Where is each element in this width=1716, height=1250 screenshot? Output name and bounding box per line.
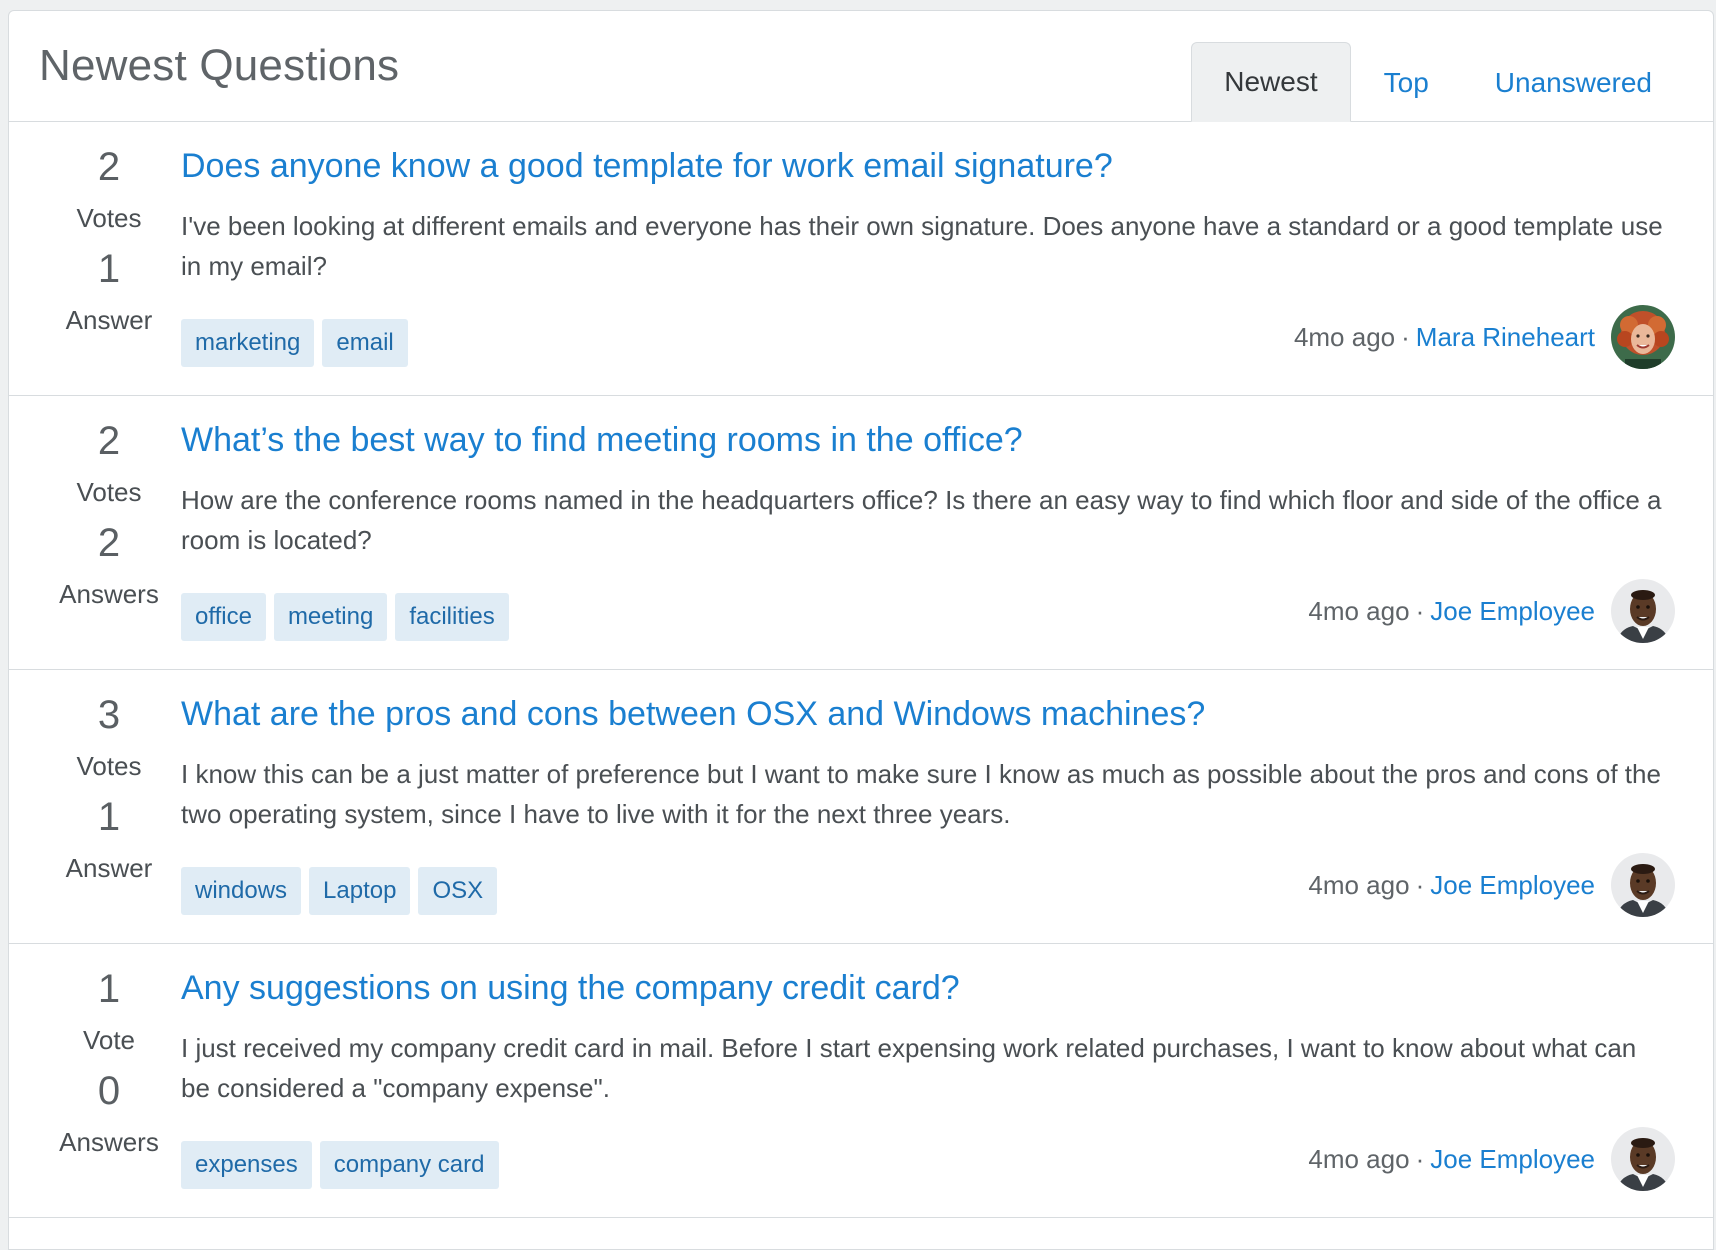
vote-label: Votes xyxy=(76,203,142,233)
tag-chip[interactable]: facilities xyxy=(395,593,509,641)
avatar-male-icon xyxy=(1611,1127,1675,1191)
question-body: Any suggestions on using the company cre… xyxy=(181,962,1683,1108)
avatar-male-icon xyxy=(1611,579,1675,643)
avatar[interactable] xyxy=(1611,853,1675,917)
timestamp: 4mo ago xyxy=(1308,1143,1410,1174)
avatar[interactable] xyxy=(1611,579,1675,643)
question-excerpt: I know this can be a just matter of pref… xyxy=(181,759,1661,829)
vote-count: 2 xyxy=(97,419,121,463)
tag-list: marketing email xyxy=(181,319,408,367)
question-title-link[interactable]: Does anyone know a good template for wor… xyxy=(181,140,1683,192)
answer-label: Answers xyxy=(59,579,159,609)
tag-chip[interactable]: company card xyxy=(319,1141,499,1189)
question-footer: windows Laptop OSX 4mo ago · Joe Employee xyxy=(181,852,1675,918)
page-title: Newest Questions xyxy=(39,41,400,90)
answer-count: 1 xyxy=(97,247,121,291)
question-excerpt: I just received my company credit card i… xyxy=(181,1033,1637,1103)
timestamp: 4mo ago xyxy=(1293,321,1396,352)
question-meta: 4mo ago · Mara Rineheart xyxy=(1294,305,1675,369)
question-stats: 2 Votes 1 Answer xyxy=(9,140,209,344)
question-row: 1 Vote 0 Answers Any suggestions on usin… xyxy=(9,944,1713,1218)
question-row: 2 Votes 2 Answers What’s the best way to… xyxy=(9,396,1713,670)
tag-list: office meeting facilities xyxy=(181,593,509,641)
question-excerpt: How are the conference rooms named in th… xyxy=(181,485,1662,555)
avatar[interactable] xyxy=(1611,305,1675,369)
meta-separator: · xyxy=(1415,1143,1425,1174)
author-link[interactable]: Joe Employee xyxy=(1430,870,1595,901)
question-footer: marketing email 4mo ago · Mara Rineheart xyxy=(181,304,1675,370)
question-stats: 2 Votes 2 Answers xyxy=(9,414,209,618)
answer-count: 0 xyxy=(97,1069,121,1113)
tag-list: expenses company card xyxy=(181,1141,499,1189)
author-link[interactable]: Joe Employee xyxy=(1430,1144,1595,1175)
question-meta: 4mo ago · Joe Employee xyxy=(1308,853,1675,917)
avatar-female-icon xyxy=(1611,305,1675,369)
question-row: 2 Votes 1 Answer Does anyone know a good… xyxy=(9,122,1713,396)
tag-chip[interactable]: office xyxy=(181,593,266,641)
question-body: What are the pros and cons between OSX a… xyxy=(181,688,1683,834)
tag-chip[interactable]: meeting xyxy=(273,593,388,641)
tag-chip[interactable]: email xyxy=(322,319,408,367)
question-footer: office meeting facilities 4mo ago · Joe Em… xyxy=(181,578,1675,644)
avatar[interactable] xyxy=(1611,1127,1675,1191)
question-footer: expenses company card 4mo ago · Joe Emplo… xyxy=(181,1126,1675,1192)
vote-count: 3 xyxy=(97,693,121,737)
answer-label: Answer xyxy=(65,853,153,883)
question-body: Does anyone know a good template for wor… xyxy=(181,140,1683,286)
answer-count: 2 xyxy=(97,521,121,565)
question-stats: 1 Vote 0 Answers xyxy=(9,962,209,1166)
meta-separator: · xyxy=(1415,595,1425,626)
tag-chip[interactable]: expenses xyxy=(181,1141,312,1189)
vote-label: Vote xyxy=(82,1025,136,1055)
question-meta: 4mo ago · Joe Employee xyxy=(1308,1127,1675,1191)
question-title-link[interactable]: What’s the best way to find meeting room… xyxy=(181,414,1683,466)
tab-unanswered[interactable]: Unanswered xyxy=(1462,42,1685,122)
meta-separator: · xyxy=(1415,869,1425,900)
question-meta: 4mo ago · Joe Employee xyxy=(1308,579,1675,643)
tag-list: windows Laptop OSX xyxy=(181,867,498,915)
tag-chip[interactable]: Laptop xyxy=(309,867,411,915)
question-title-link[interactable]: What are the pros and cons between OSX a… xyxy=(181,688,1683,740)
vote-count: 1 xyxy=(97,967,121,1011)
avatar-male-icon xyxy=(1611,853,1675,917)
answer-count: 1 xyxy=(97,795,121,839)
tab-newest[interactable]: Newest xyxy=(1191,42,1351,122)
answer-label: Answers xyxy=(59,1127,159,1157)
question-list: 2 Votes 1 Answer Does anyone know a good… xyxy=(9,122,1713,1218)
tag-chip[interactable]: OSX xyxy=(418,867,498,915)
timestamp: 4mo ago xyxy=(1308,595,1410,626)
tag-chip[interactable]: windows xyxy=(181,867,302,915)
timestamp: 4mo ago xyxy=(1308,869,1410,900)
question-excerpt: I've been looking at different emails an… xyxy=(181,211,1663,281)
meta-separator: · xyxy=(1401,321,1410,352)
vote-label: Votes xyxy=(76,751,142,781)
answer-label: Answer xyxy=(65,305,153,335)
question-row: 3 Votes 1 Answer What are the pros and c… xyxy=(9,670,1713,944)
question-title-link[interactable]: Any suggestions on using the company cre… xyxy=(181,962,1683,1014)
vote-count: 2 xyxy=(97,145,121,189)
questions-panel: Newest Questions Newest Top Unanswered 2… xyxy=(8,10,1714,1250)
tag-chip[interactable]: marketing xyxy=(181,319,315,367)
panel-header: Newest Questions Newest Top Unanswered xyxy=(9,11,1713,122)
author-link[interactable]: Joe Employee xyxy=(1430,596,1595,627)
tab-top[interactable]: Top xyxy=(1351,42,1462,122)
vote-label: Votes xyxy=(76,477,142,507)
sort-tabs: Newest Top Unanswered xyxy=(1191,42,1685,122)
question-body: What’s the best way to find meeting room… xyxy=(181,414,1683,560)
question-stats: 3 Votes 1 Answer xyxy=(9,688,209,892)
author-link[interactable]: Mara Rineheart xyxy=(1416,322,1595,353)
